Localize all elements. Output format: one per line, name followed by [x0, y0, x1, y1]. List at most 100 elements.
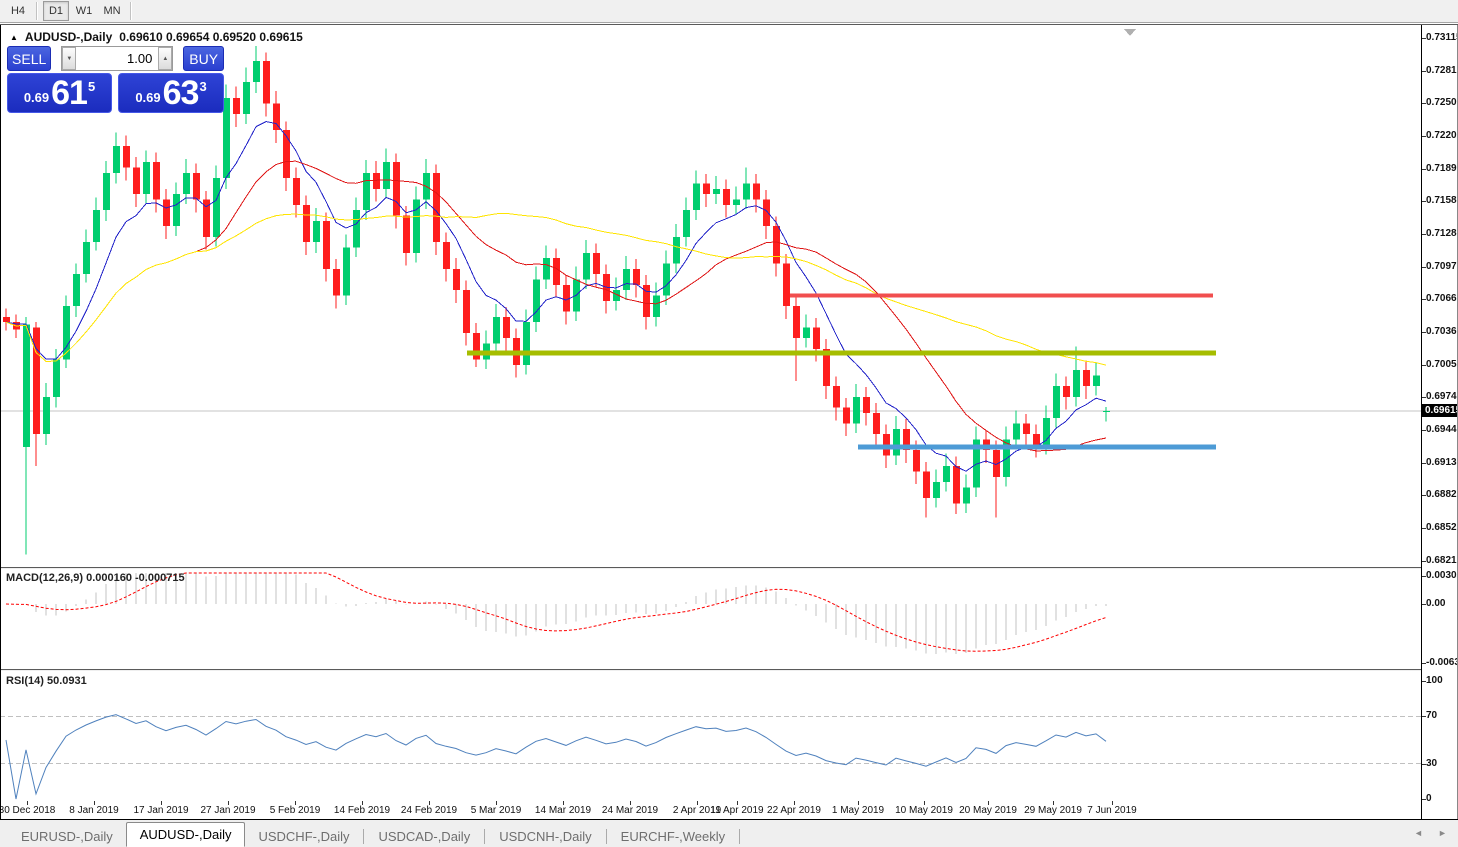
candle [783, 264, 790, 307]
candle [593, 253, 600, 274]
sell-price-button[interactable]: 0.69 61 5 [7, 73, 112, 113]
price-axis-label: 0.72810 [1426, 65, 1458, 76]
candle [323, 221, 330, 269]
timeframe-button-mn[interactable]: MN [99, 1, 125, 21]
candle [913, 450, 920, 471]
tab-usdchf-daily[interactable]: USDCHF-,Daily [245, 826, 362, 847]
candle [333, 269, 340, 296]
candle [753, 184, 760, 200]
candle [623, 269, 630, 290]
candle [663, 264, 670, 296]
rsi-axis-label: 0 [1426, 793, 1432, 804]
sell-button[interactable]: SELL [7, 46, 51, 71]
candle [43, 397, 50, 434]
candle [1073, 370, 1080, 397]
price-axis-label: 0.68520 [1426, 522, 1458, 533]
candle [23, 324, 30, 447]
candle [443, 242, 450, 269]
sell-price-big: 61 [51, 76, 87, 110]
candle [243, 82, 250, 114]
level-line-resistance-red[interactable] [790, 294, 1213, 298]
rsi-line [6, 715, 1106, 799]
candle [233, 98, 240, 114]
candle [733, 200, 740, 205]
tab-separator [484, 829, 485, 844]
ohlc-values: 0.69610 0.69654 0.69520 0.69615 [119, 30, 303, 44]
tab-eurusd-daily[interactable]: EURUSD-,Daily [8, 826, 126, 847]
candle [1093, 375, 1100, 386]
tab-separator [606, 829, 607, 844]
price-axis[interactable]: 0.69615 0.731150.728100.725050.722000.71… [1422, 25, 1458, 801]
candle [533, 280, 540, 323]
candle [1023, 423, 1030, 434]
candle [963, 487, 970, 503]
tab-eurchf-weekly[interactable]: EURCHF-,Weekly [608, 826, 739, 847]
price-axis-label: 0.71890 [1426, 163, 1458, 174]
candle [873, 413, 880, 434]
candle [843, 407, 850, 423]
date-label: 24 Feb 2019 [401, 805, 457, 816]
buy-price-button[interactable]: 0.69 63 3 [118, 73, 224, 113]
tab-usdcad-daily[interactable]: USDCAD-,Daily [365, 826, 483, 847]
candle [173, 194, 180, 226]
candle [713, 189, 720, 194]
candle [923, 471, 930, 498]
date-label: 20 May 2019 [959, 805, 1017, 816]
candle [1053, 386, 1060, 418]
candle [1083, 370, 1090, 386]
date-label: 24 Mar 2019 [602, 805, 658, 816]
tab-usdcnh-daily[interactable]: USDCNH-,Daily [486, 826, 604, 847]
rsi-axis-label: 30 [1426, 758, 1437, 769]
level-line-pivot-olive[interactable] [467, 351, 1216, 356]
candle [103, 173, 110, 210]
candle [153, 162, 160, 199]
candle [773, 226, 780, 263]
chart-collapse-icon[interactable]: ▲ [10, 33, 18, 42]
candle [73, 274, 80, 306]
date-axis[interactable]: 30 Dec 20188 Jan 201917 Jan 201927 Jan 2… [0, 801, 1421, 819]
candle [363, 173, 370, 210]
tab-audusd-daily[interactable]: AUDUSD-,Daily [126, 822, 246, 847]
candle [523, 322, 530, 365]
candle [583, 253, 590, 280]
macd-chart-canvas[interactable] [0, 569, 1421, 669]
volume-decrease-icon[interactable]: ▼ [62, 47, 76, 70]
candle [893, 429, 900, 456]
candle [183, 173, 190, 194]
macd-axis-label: 0.00 [1426, 598, 1445, 609]
timeframe-button-d1[interactable]: D1 [43, 1, 69, 21]
timeframe-toolbar: H4 D1W1MN [0, 0, 1458, 23]
volume-input[interactable] [76, 47, 158, 70]
date-label: 8 Jan 2019 [69, 805, 119, 816]
candle [213, 178, 220, 237]
price-axis-label: 0.73115 [1426, 32, 1458, 43]
scroll-to-end-marker[interactable] [1124, 29, 1136, 36]
candle [1103, 411, 1110, 412]
symbol-name: AUDUSD-,Daily [25, 30, 112, 44]
symbol-tab-bar: EURUSD-,DailyAUDUSD-,DailyUSDCHF-,DailyU… [0, 820, 1458, 847]
candle [373, 173, 380, 189]
window-border [0, 25, 1, 820]
tab-scroll-left-icon[interactable]: ◄ [1414, 828, 1423, 838]
candle [553, 258, 560, 285]
candle [673, 237, 680, 264]
candle [3, 317, 10, 322]
toolbar-separator [36, 2, 38, 20]
rsi-axis-label: 70 [1426, 710, 1437, 721]
level-line-support-blue[interactable] [858, 444, 1216, 449]
rsi-chart-canvas[interactable] [0, 671, 1421, 800]
timeframe-button-h4[interactable]: H4 [5, 1, 31, 21]
timeframe-button-w1[interactable]: W1 [71, 1, 97, 21]
candle [403, 216, 410, 253]
candle [683, 210, 690, 237]
candle [933, 482, 940, 498]
candle [813, 327, 820, 348]
volume-increase-icon[interactable]: ▲ [158, 47, 172, 70]
buy-button[interactable]: BUY [183, 46, 224, 71]
candle [743, 184, 750, 200]
chart-title: ▲ AUDUSD-,Daily 0.69610 0.69654 0.69520 … [10, 30, 303, 44]
date-label: 27 Jan 2019 [200, 805, 255, 816]
candle [393, 162, 400, 215]
rsi-axis-label: 100 [1426, 675, 1443, 686]
tab-scroll-right-icon[interactable]: ► [1438, 828, 1447, 838]
